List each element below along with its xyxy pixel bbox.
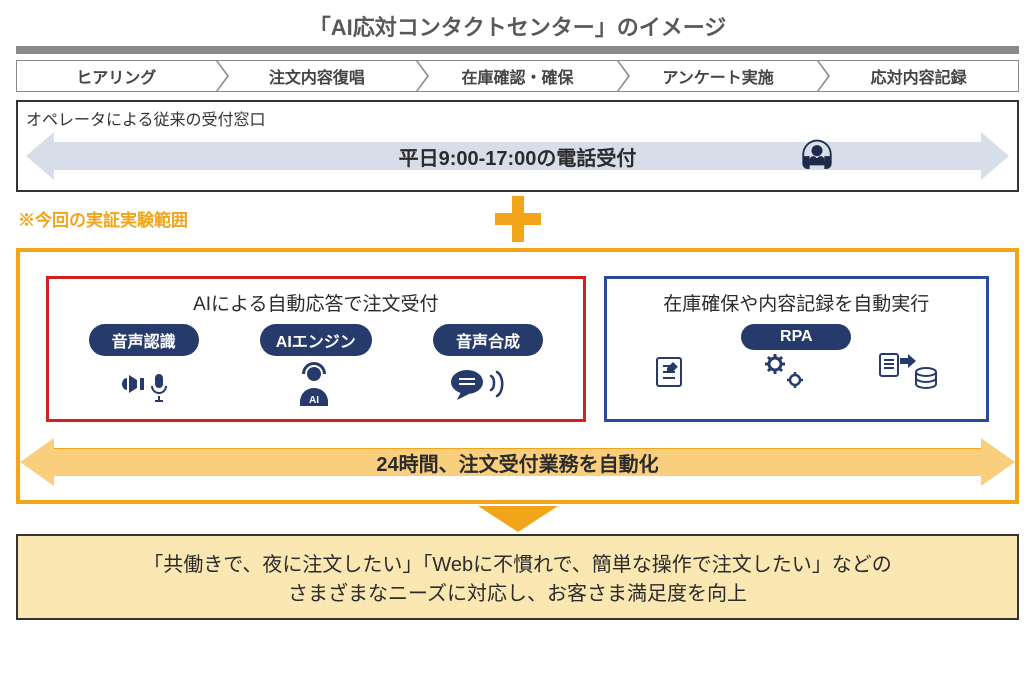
result-box: 「共働きで、夜に注文したい」「Webに不慣れで、簡単な操作で注文したい」などの … <box>16 534 1019 620</box>
gears-icon <box>761 350 811 399</box>
checklist-edit-icon <box>653 352 697 397</box>
step-record: 応対内容記録 <box>818 60 1019 92</box>
operator-headset-icon <box>795 136 839 185</box>
down-arrow-icon <box>16 506 1019 532</box>
operator-box: オペレータによる従来の受付窓口 平日9:00-17:00の電話受付 <box>16 100 1019 192</box>
svg-text:AI: AI <box>309 395 319 406</box>
ai-agent-icon: AI <box>290 362 338 411</box>
badge-speech-synthesis: 音声合成 <box>433 324 543 356</box>
badge-rpa: RPA <box>741 324 851 350</box>
voice-to-mic-icon <box>119 364 179 409</box>
ai-panel: AIによる自動応答で注文受付 音声認識 AIエンジン 音声合成 <box>46 276 586 422</box>
badge-speech-recognition: 音声認識 <box>89 324 199 356</box>
plus-row: ※今回の実証実験範囲 <box>16 196 1019 242</box>
step-flow: ヒアリング 注文内容復唱 在庫確認・確保 アンケート実施 応対内容記録 <box>16 60 1019 92</box>
rpa-panel: 在庫確保や内容記録を自動実行 RPA <box>604 276 989 422</box>
step-survey: アンケート実施 <box>618 60 819 92</box>
result-line-1: 「共働きで、夜に注文したい」「Webに不慣れで、簡単な操作で注文したい」などの <box>34 548 1001 577</box>
experiment-scope-note: ※今回の実証実験範囲 <box>18 206 188 231</box>
step-stock-check: 在庫確認・確保 <box>417 60 618 92</box>
automation-arrow: 24時間、注文受付業務を自動化 <box>20 438 1015 486</box>
operator-hours: 平日9:00-17:00の電話受付 <box>26 132 1009 180</box>
rpa-panel-title: 在庫確保や内容記録を自動実行 <box>621 289 972 316</box>
plus-icon <box>495 196 541 242</box>
document-to-database-icon <box>876 350 940 399</box>
step-hearing: ヒアリング <box>16 60 217 92</box>
ai-panel-title: AIによる自動応答で注文受付 <box>63 289 569 316</box>
title-underline <box>16 46 1019 54</box>
speech-bubble-sound-icon <box>449 364 513 409</box>
diagram-title: 「AI応対コンタクトセンター」のイメージ <box>16 10 1019 42</box>
experiment-box: AIによる自動応答で注文受付 音声認識 AIエンジン 音声合成 <box>16 248 1019 504</box>
operator-hours-arrow: 平日9:00-17:00の電話受付 <box>26 132 1009 180</box>
operator-caption: オペレータによる従来の受付窓口 <box>26 106 1009 130</box>
automation-text: 24時間、注文受付業務を自動化 <box>20 438 1015 486</box>
step-repeat-order: 注文内容復唱 <box>217 60 418 92</box>
badge-ai-engine: AIエンジン <box>260 324 372 356</box>
result-line-2: さまざまなニーズに対応し、お客さま満足度を向上 <box>34 577 1001 606</box>
